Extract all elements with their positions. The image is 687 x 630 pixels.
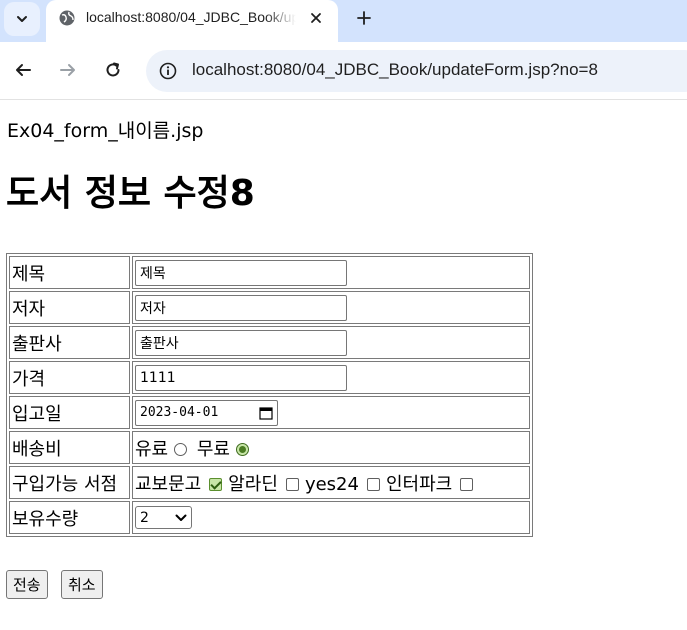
store-aladin-label: 알라딘 — [228, 473, 278, 495]
publisher-input[interactable] — [135, 329, 347, 356]
reload-icon — [106, 62, 120, 77]
new-tab-button[interactable] — [350, 4, 378, 32]
date-input[interactable]: 2023-04-01 — [135, 399, 278, 426]
forward-button[interactable] — [53, 55, 83, 85]
calendar-icon[interactable] — [259, 406, 273, 420]
author-label: 저자 — [9, 291, 130, 324]
back-arrow-icon — [16, 64, 31, 76]
table-row: 입고일 2023-04-01 — [9, 396, 530, 429]
count-cell: 2 — [132, 501, 530, 534]
count-select[interactable]: 2 — [135, 506, 192, 529]
table-row: 구입가능 서점 교보문고 알라딘 yes24 인터파크 — [9, 466, 530, 499]
title-cell — [132, 256, 530, 289]
tab-strip: localhost:8080/04_JDBC_Book/updateForm.j… — [0, 0, 687, 42]
close-icon — [311, 13, 321, 23]
site-info-icon[interactable] — [158, 61, 178, 81]
shipping-label: 배송비 — [9, 431, 130, 464]
plus-icon — [357, 11, 371, 25]
table-row: 저자 — [9, 291, 530, 324]
store-yes24-checkbox[interactable] — [366, 478, 380, 491]
file-label: Ex04_form_내이름.jsp — [7, 120, 204, 142]
tab-search-button[interactable] — [4, 2, 40, 36]
table-row: 보유수량 2 — [9, 501, 530, 534]
table-row: 배송비 유료 무료 — [9, 431, 530, 464]
publisher-cell — [132, 326, 530, 359]
count-selected-value: 2 — [140, 509, 149, 526]
shipping-paid-radio[interactable] — [174, 443, 188, 456]
chevron-down-icon — [175, 514, 187, 521]
price-input[interactable] — [135, 364, 347, 391]
count-label: 보유수량 — [9, 501, 130, 534]
stores-cell: 교보문고 알라딘 yes24 인터파크 — [132, 466, 530, 499]
date-value: 2023-04-01 — [140, 405, 219, 420]
browser-toolbar: localhost:8080/04_JDBC_Book/updateForm.j… — [0, 42, 687, 100]
price-cell — [132, 361, 530, 394]
stores-label: 구입가능 서점 — [9, 466, 130, 499]
store-interpark-label: 인터파크 — [385, 473, 453, 495]
table-row: 가격 — [9, 361, 530, 394]
url-text: localhost:8080/04_JDBC_Book/updateForm.j… — [192, 60, 598, 79]
book-form-table: 제목 저자 출판사 가격 입고일 2023-04-01 — [6, 253, 533, 537]
tab-title: localhost:8080/04_JDBC_Book/updateForm.j… — [86, 9, 296, 25]
store-kyobo-checkbox[interactable] — [209, 478, 223, 491]
author-input[interactable] — [135, 294, 347, 321]
reload-button[interactable] — [98, 55, 128, 85]
tab-search-icon — [17, 16, 27, 22]
page-heading: 도서 정보 수정8 — [6, 173, 255, 214]
store-aladin-checkbox[interactable] — [285, 478, 299, 491]
cancel-button[interactable]: 취소 — [61, 570, 103, 599]
address-bar[interactable]: localhost:8080/04_JDBC_Book/updateForm.j… — [146, 50, 687, 92]
forward-arrow-icon — [60, 64, 75, 76]
globe-icon — [59, 10, 75, 26]
active-tab[interactable]: localhost:8080/04_JDBC_Book/updateForm.j… — [46, 0, 338, 42]
publisher-label: 출판사 — [9, 326, 130, 359]
tab-close-button[interactable] — [304, 6, 328, 30]
store-yes24-label: yes24 — [304, 473, 359, 495]
price-label: 가격 — [9, 361, 130, 394]
shipping-option-free-label: 무료 — [196, 438, 230, 460]
shipping-free-radio[interactable] — [235, 443, 249, 456]
title-input[interactable] — [135, 259, 347, 286]
table-row: 제목 — [9, 256, 530, 289]
author-cell — [132, 291, 530, 324]
shipping-cell: 유료 무료 — [132, 431, 530, 464]
title-label: 제목 — [9, 256, 130, 289]
store-interpark-checkbox[interactable] — [460, 478, 474, 491]
date-label: 입고일 — [9, 396, 130, 429]
shipping-option-paid-label: 유료 — [135, 438, 169, 460]
date-cell: 2023-04-01 — [132, 396, 530, 429]
submit-button[interactable]: 전송 — [6, 570, 48, 599]
back-button[interactable] — [8, 55, 38, 85]
table-row: 출판사 — [9, 326, 530, 359]
store-kyobo-label: 교보문고 — [135, 473, 202, 495]
